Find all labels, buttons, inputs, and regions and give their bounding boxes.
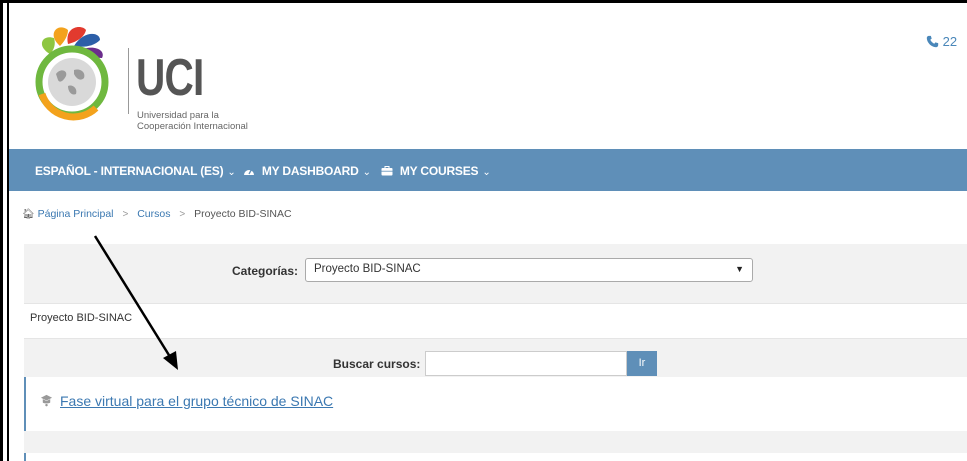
annotation-arrow-icon [93,235,178,370]
